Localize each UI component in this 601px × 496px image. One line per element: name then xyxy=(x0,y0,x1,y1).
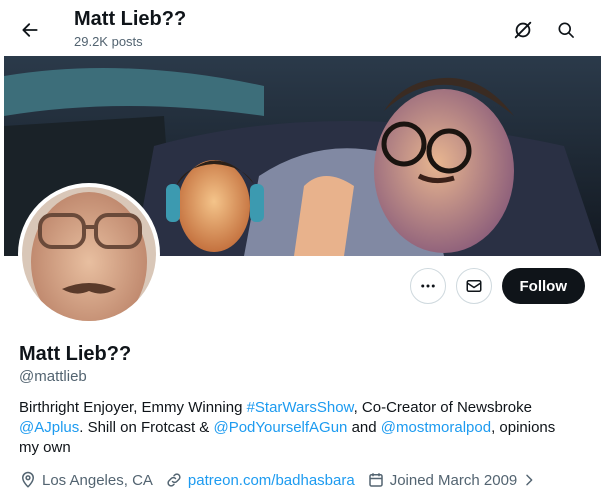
mail-icon xyxy=(466,280,481,292)
location-item: Los Angeles, CA xyxy=(19,471,153,489)
follow-button[interactable]: Follow xyxy=(501,268,585,304)
profile-handle: @mattlieb xyxy=(19,368,87,385)
hashtag-link[interactable]: #StarWarsShow xyxy=(247,399,354,416)
more-icon xyxy=(420,284,435,288)
website-link[interactable]: patreon.com/badhasbara xyxy=(188,472,355,489)
mention-link[interactable]: @AJplus xyxy=(19,419,79,436)
bio-text: and xyxy=(347,419,381,436)
message-button[interactable] xyxy=(455,268,492,304)
website-item: patreon.com/badhasbara xyxy=(165,471,355,489)
mention-link[interactable]: @PodYourselfAGun xyxy=(213,419,347,436)
location-text: Los Angeles, CA xyxy=(42,471,153,489)
header-title-group: Matt Lieb?? 29.2K posts xyxy=(74,7,186,50)
avatar-image xyxy=(22,187,156,321)
joined-text: Joined March 2009 xyxy=(389,471,518,489)
top-bar: Matt Lieb?? 29.2K posts xyxy=(0,0,601,56)
back-button[interactable] xyxy=(14,14,46,46)
profile-bio: Birthright Enjoyer, Emmy Winning #StarWa… xyxy=(19,398,579,458)
profile-actions: Follow xyxy=(409,268,585,304)
joined-item: Joined March 2009 xyxy=(367,471,538,489)
arrow-left-icon xyxy=(22,23,38,37)
bio-text: Birthright Enjoyer, Emmy Winning xyxy=(19,399,247,416)
search-icon xyxy=(558,22,574,38)
more-button[interactable] xyxy=(409,268,446,304)
bio-text: . Shill on Frotcast & xyxy=(79,419,214,436)
avatar[interactable] xyxy=(18,183,160,325)
link-icon xyxy=(167,473,181,487)
search-button[interactable] xyxy=(550,14,582,46)
chevron-right-icon[interactable] xyxy=(521,472,537,488)
calendar-icon xyxy=(368,473,383,487)
bio-text: , Co-Creator of Newsbroke xyxy=(353,399,532,416)
profile-meta: Los Angeles, CA patreon.com/badhasbara J… xyxy=(19,471,549,489)
post-count: 29.2K posts xyxy=(74,34,143,49)
header-title: Matt Lieb?? xyxy=(74,8,187,30)
profile-display-name: Matt Lieb?? xyxy=(19,343,132,365)
mention-link[interactable]: @mostmoralpod xyxy=(381,419,491,436)
grok-button[interactable] xyxy=(507,14,539,46)
location-icon xyxy=(21,471,35,488)
grok-icon xyxy=(514,21,532,39)
